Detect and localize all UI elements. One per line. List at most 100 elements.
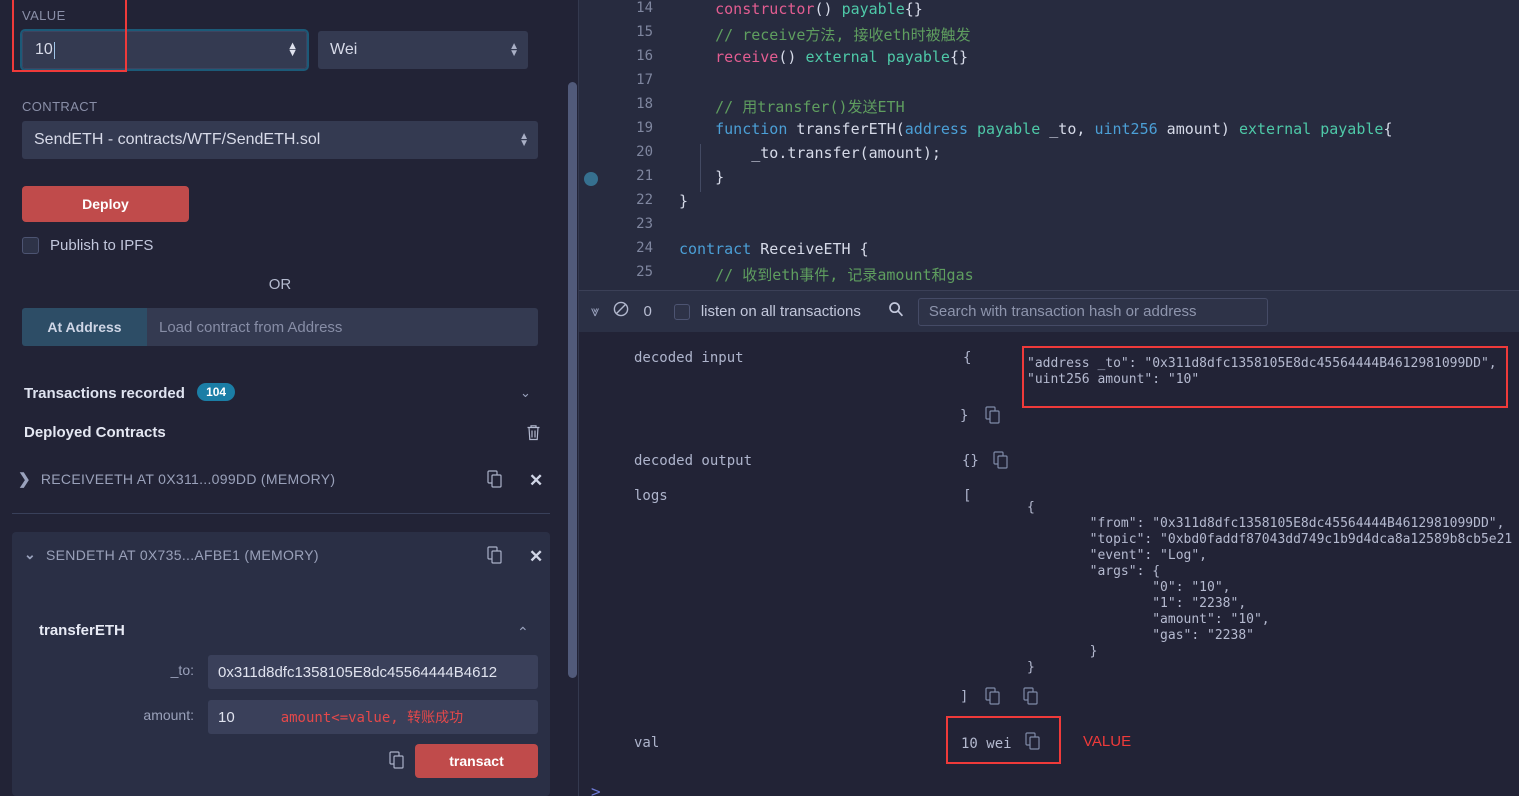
trash-icon[interactable] [526,424,541,446]
at-address-input[interactable]: Load contract from Address [147,308,538,346]
at-address-button[interactable]: At Address [22,308,147,346]
transactions-recorded-badge: 104 [197,383,235,401]
decoded-output-value: {} [962,453,979,469]
code-line: 25 // 收到eth事件, 记录amount和gas [579,264,1519,288]
chevron-updown-icon: ▲▼ [509,43,519,57]
copy-decoded-output-icon[interactable] [993,451,1009,473]
code-text: _to.transfer(amount); [679,144,941,162]
copy-address-icon[interactable] [487,470,503,493]
or-divider: OR [0,276,560,293]
val-label: val [634,735,659,751]
code-text: // 收到eth事件, 记录amount和gas [679,264,974,285]
deployed-contract-title: RECEIVEETH AT 0X311...099DD (MEMORY) [41,471,336,487]
code-line: 18 // 用transfer()发送ETH [579,96,1519,120]
line-number: 14 [609,0,653,16]
pending-transactions-count: 0 [643,303,651,320]
search-icon[interactable] [888,301,904,322]
line-number: 17 [609,72,653,88]
decoded-input-close-brace: } [960,408,968,424]
code-text: } [679,168,724,186]
value-unit-label: Wei [330,41,357,59]
close-icon[interactable]: ✕ [529,471,543,491]
publish-ipfs-checkbox[interactable] [22,237,39,254]
val-highlight-box [946,716,1061,764]
close-icon[interactable]: ✕ [529,547,543,567]
decoded-input-open-brace: { [963,350,971,366]
chevron-right-icon[interactable]: ❯ [18,470,31,488]
logs-open-bracket: [ [963,488,971,504]
left-panel-scrollbar[interactable] [568,82,577,678]
decoded-input-label: decoded input [634,350,744,366]
copy-logs-raw-icon[interactable] [1023,687,1039,709]
deployed-contracts-label: Deployed Contracts [24,424,166,441]
arg-label-amount: amount: [42,707,202,723]
line-number: 23 [609,216,653,232]
code-line: 15 // receive方法, 接收eth时被触发 [579,24,1519,48]
line-number: 21 [609,168,653,184]
code-line: 17 [579,72,1519,96]
deployed-contract-sendeth-card: ⌄ SENDETH AT 0X735...AFBE1 (MEMORY) ✕ tr… [12,532,550,796]
line-number: 22 [609,192,653,208]
line-number: 18 [609,96,653,112]
code-line: 22} [579,192,1519,216]
divider [12,513,550,514]
code-text: // 用transfer()发送ETH [679,96,905,117]
copy-address-icon[interactable] [487,546,503,569]
code-text: function transferETH(address payable _to… [679,120,1392,138]
code-line: 21 } [579,168,1519,192]
arg-input-amount-value: 10 [218,709,235,726]
transactions-recorded-row[interactable]: Transactions recorded 104 [24,383,235,402]
decoded-output-label: decoded output [634,453,752,469]
line-number: 25 [609,264,653,280]
code-line: 14 constructor() payable{} [579,0,1519,24]
deploy-and-run-panel: VALUE 10 ▲ ▼ Wei ▲▼ CONTRACT SendETH - c… [0,0,566,796]
logs-close-bracket: ] [960,689,968,705]
arg-input-to[interactable]: 0x311d8dfc1358105E8dc45564444B4612 [208,655,538,689]
line-number: 24 [609,240,653,256]
value-unit-select[interactable]: Wei ▲▼ [318,31,528,69]
copy-decoded-input-icon[interactable] [985,406,1001,428]
terminal-prompt[interactable]: > [591,782,601,796]
line-number: 15 [609,24,653,40]
contract-select[interactable]: SendETH - contracts/WTF/SendETH.sol ▲▼ [22,121,538,159]
line-number: 19 [609,120,653,136]
value-stepper[interactable]: ▲ ▼ [287,43,298,57]
arg-input-amount[interactable]: 10 amount<=value, 转账成功 [208,700,538,734]
chevron-down-icon[interactable]: ⌄ [520,385,531,401]
arg-label-to: _to: [42,662,202,678]
function-name-transfereth[interactable]: transferETH [39,622,125,639]
logs-label: logs [634,488,668,504]
code-line: 16 receive() external payable{} [579,48,1519,72]
search-input[interactable]: Search with transaction hash or address [918,298,1268,326]
terminal-toolbar: ⩔ 0 listen on all transactions Search wi… [579,290,1519,332]
code-editor[interactable]: 14 constructor() payable{}15 // receive方… [579,0,1519,290]
code-line: 24contract ReceiveETH { [579,240,1519,264]
deployed-contract-receiveeth[interactable]: ❯ RECEIVEETH AT 0X311...099DD (MEMORY) [18,470,538,488]
chevron-double-down-icon[interactable]: ⩔ [591,303,599,320]
code-line: 23 [579,216,1519,240]
code-line: 20 _to.transfer(amount); [579,144,1519,168]
listen-all-checkbox[interactable] [674,304,690,320]
code-line: 19 function transferETH(address payable … [579,120,1519,144]
contract-label: CONTRACT [22,99,97,114]
copy-calldata-icon[interactable] [389,751,405,774]
contract-select-value: SendETH - contracts/WTF/SendETH.sol [34,131,320,149]
stepper-down-icon[interactable]: ▼ [287,50,298,57]
deploy-button[interactable]: Deploy [22,186,189,222]
chevron-down-icon[interactable]: ⌄ [24,546,36,563]
chevron-up-icon[interactable]: ⌃ [517,624,529,641]
val-annotation: VALUE [1083,733,1131,750]
copy-logs-icon[interactable] [985,687,1001,709]
no-entry-icon[interactable] [613,301,629,322]
code-text: constructor() payable{} [679,0,923,18]
line-number: 20 [609,144,653,160]
publish-ipfs-row[interactable]: Publish to IPFS [22,237,153,254]
value-highlight-box [12,0,127,72]
code-text: receive() external payable{} [679,48,968,66]
amount-annotation: amount<=value, 转账成功 [281,707,463,727]
deployed-contract-sendeth[interactable]: ⌄ SENDETH AT 0X735...AFBE1 (MEMORY) [24,546,544,563]
transact-button[interactable]: transact [415,744,538,778]
publish-ipfs-label: Publish to IPFS [50,237,153,254]
chevron-updown-icon: ▲▼ [519,133,529,147]
code-text: } [679,192,688,210]
